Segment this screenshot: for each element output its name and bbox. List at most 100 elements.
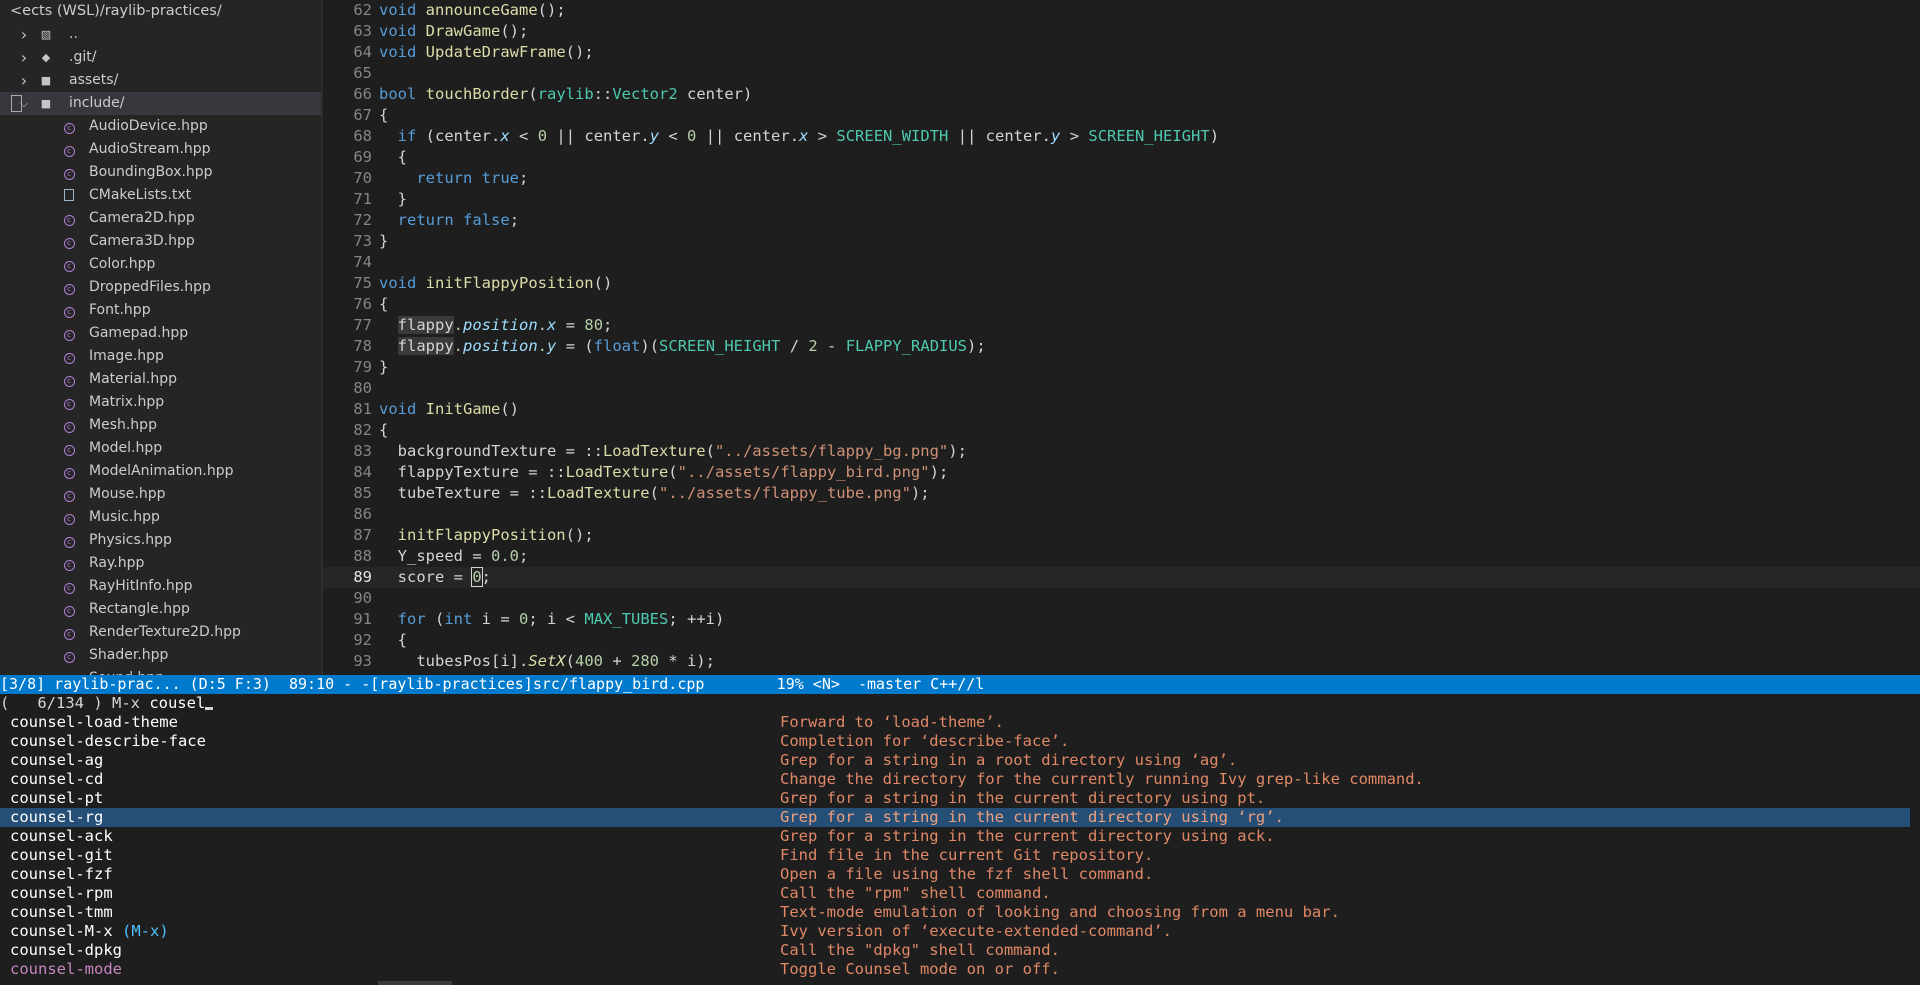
tree-file-row[interactable]: c Color.hpp	[0, 253, 321, 276]
code-line[interactable]: 62 void announceGame();	[323, 0, 1920, 21]
code-line[interactable]: 74	[323, 252, 1920, 273]
code-line[interactable]: 67 {	[323, 105, 1920, 126]
tree-file-row[interactable]: c Mesh.hpp	[0, 414, 321, 437]
code-line[interactable]: 90	[323, 588, 1920, 609]
tree-file-row[interactable]: c Sound.hpp	[0, 667, 321, 675]
chevron-right-icon[interactable]: ›	[18, 69, 30, 92]
tree-file-row[interactable]: CMakeLists.txt	[0, 184, 321, 207]
code-line[interactable]: 86	[323, 504, 1920, 525]
code-line[interactable]: 75 void initFlappyPosition()	[323, 273, 1920, 294]
code-line[interactable]: 64 void UpdateDrawFrame();	[323, 42, 1920, 63]
tree-item-label: DroppedFiles.hpp	[89, 279, 211, 295]
code-token: {	[379, 295, 389, 313]
candidate-row[interactable]: counsel-ack Grep for a string in the curr…	[0, 827, 1920, 846]
tree-file-row[interactable]: c ModelAnimation.hpp	[0, 460, 321, 483]
minibuffer-input[interactable]: cousel	[149, 694, 205, 712]
tree-file-row[interactable]: c Matrix.hpp	[0, 391, 321, 414]
code-token: {	[379, 106, 389, 124]
candidate-row[interactable]: counsel-pt Grep for a string in the curre…	[0, 789, 1920, 808]
tree-file-row[interactable]: c Camera3D.hpp	[0, 230, 321, 253]
code-line[interactable]: 84 flappyTexture = ::LoadTexture("../ass…	[323, 462, 1920, 483]
tree-file-row[interactable]: c Model.hpp	[0, 437, 321, 460]
tree-item-label: .git/	[69, 49, 97, 65]
code-line[interactable]: 91 for (int i = 0; i < MAX_TUBES; ++i)	[323, 609, 1920, 630]
tree-dir-row[interactable]: › ■ assets/	[0, 69, 321, 92]
code-line[interactable]: 66 bool touchBorder(raylib::Vector2 cente…	[323, 84, 1920, 105]
candidate-row[interactable]: counsel-cd Change the directory for the c…	[0, 770, 1920, 789]
tree-file-row[interactable]: c DroppedFiles.hpp	[0, 276, 321, 299]
code-line[interactable]: 82 {	[323, 420, 1920, 441]
code-line[interactable]: 89 score = 0;	[323, 567, 1920, 588]
code-line[interactable]: 81 void InitGame()	[323, 399, 1920, 420]
tree-file-row[interactable]: c Music.hpp	[0, 506, 321, 529]
code-text: }	[379, 358, 388, 376]
candidate-row[interactable]: counsel-rpm Call the "rpm" shell command.	[0, 884, 1920, 903]
candidate-description: Find file in the current Git repository.	[780, 846, 1154, 864]
code-line[interactable]: 92 {	[323, 630, 1920, 651]
code-buffer[interactable]: 62 void announceGame(); 63 void DrawGame();…	[323, 0, 1920, 675]
code-line[interactable]: 63 void DrawGame();	[323, 21, 1920, 42]
tree-file-row[interactable]: c Mouse.hpp	[0, 483, 321, 506]
tree-file-row[interactable]: c Shader.hpp	[0, 644, 321, 667]
code-line[interactable]: 70 return true;	[323, 168, 1920, 189]
code-line[interactable]: 68 if (center.x < 0 || center.y < 0 || c…	[323, 126, 1920, 147]
code-line[interactable]: 69 {	[323, 147, 1920, 168]
chevron-right-icon[interactable]: ›	[18, 23, 30, 46]
tree-file-row[interactable]: c RenderTexture2D.hpp	[0, 621, 321, 644]
tree-dir-row[interactable]: › ▧..	[0, 23, 321, 46]
tree-file-row[interactable]: c Image.hpp	[0, 345, 321, 368]
tree-dir-row[interactable]: ⌵ ■ include/	[0, 92, 321, 115]
code-line[interactable]: 83 backgroundTexture = ::LoadTexture("..…	[323, 441, 1920, 462]
code-line[interactable]: 76 {	[323, 294, 1920, 315]
line-number: 75	[353, 274, 372, 292]
tree-file-row[interactable]: c BoundingBox.hpp	[0, 161, 321, 184]
code-line[interactable]: 88 Y_speed = 0.0;	[323, 546, 1920, 567]
code-line[interactable]: 80	[323, 378, 1920, 399]
tree-file-row[interactable]: c Font.hpp	[0, 299, 321, 322]
code-token: 0	[687, 127, 697, 145]
code-token: "../assets/flappy_bg.png"	[714, 442, 949, 460]
code-line[interactable]: 73}	[323, 231, 1920, 252]
tree-file-row[interactable]: c Material.hpp	[0, 368, 321, 391]
code-line[interactable]: 78 flappy.position.y = (float)(SCREEN_HE…	[323, 336, 1920, 357]
candidate-row[interactable]: counsel-mode Toggle Counsel mode on or of…	[0, 960, 1920, 979]
candidate-row[interactable]: counsel-dpkg Call the "dpkg" shell comman…	[0, 941, 1920, 960]
tree-file-row[interactable]: c AudioStream.hpp	[0, 138, 321, 161]
horizontal-scrollbar[interactable]	[378, 981, 452, 985]
tree-file-row[interactable]: c Rectangle.hpp	[0, 598, 321, 621]
tree-file-row[interactable]: c AudioDevice.hpp	[0, 115, 321, 138]
code-line[interactable]: 79}	[323, 357, 1920, 378]
minibuffer-prompt[interactable]: ( 6/134 ) M-x cousel	[0, 694, 1920, 713]
tree-dir-row[interactable]: › ◆ .git/	[0, 46, 321, 69]
tree-file-row[interactable]: c Gamepad.hpp	[0, 322, 321, 345]
code-token: (	[565, 652, 575, 670]
chevron-right-icon[interactable]: ›	[18, 46, 30, 69]
candidate-row[interactable]: counsel-load-theme Forward to ‘load-theme…	[0, 713, 1920, 732]
tree-file-row[interactable]: c Ray.hpp	[0, 552, 321, 575]
code-text: void announceGame();	[379, 1, 566, 19]
code-token: )(	[640, 337, 660, 355]
code-editor[interactable]: 62 void announceGame(); 63 void DrawGame();…	[323, 0, 1920, 675]
code-line[interactable]: 71 }	[323, 189, 1920, 210]
modeline-right: 89:10 - -[raylib-practices]src/flappy_bi…	[279, 675, 985, 693]
tree-file-row[interactable]: c RayHitInfo.hpp	[0, 575, 321, 598]
code-line[interactable]: 85 tubeTexture = ::LoadTexture("../asset…	[323, 483, 1920, 504]
candidate-row[interactable]: counsel-git Find file in the current Git …	[0, 846, 1920, 865]
code-line[interactable]: 77 flappy.position.x = 80;	[323, 315, 1920, 336]
candidate-row[interactable]: counsel-fzf Open a file using the fzf she…	[0, 865, 1920, 884]
candidate-row[interactable]: counsel-tmm Text-mode emulation of lookin…	[0, 903, 1920, 922]
code-line[interactable]: 65	[323, 63, 1920, 84]
candidate-row[interactable]: counsel-ag Grep for a string in a root di…	[0, 751, 1920, 770]
candidate-row[interactable]: counsel-rg Grep for a string in the curre…	[0, 808, 1910, 827]
code-line[interactable]: 72 return false;	[323, 210, 1920, 231]
candidate-row[interactable]: counsel-M-x (M-x) Ivy version of ‘execute…	[0, 922, 1920, 941]
code-token: for	[397, 610, 426, 628]
code-line[interactable]: 93 tubesPos[i].SetX(400 + 280 * i);	[323, 651, 1920, 672]
code-line[interactable]: 87 initFlappyPosition();	[323, 525, 1920, 546]
candidate-row[interactable]: counsel-describe-face Completion for ‘des…	[0, 732, 1920, 751]
tree-file-row[interactable]: c Camera2D.hpp	[0, 207, 321, 230]
tree-file-row[interactable]: c Physics.hpp	[0, 529, 321, 552]
code-token: >	[808, 127, 837, 145]
